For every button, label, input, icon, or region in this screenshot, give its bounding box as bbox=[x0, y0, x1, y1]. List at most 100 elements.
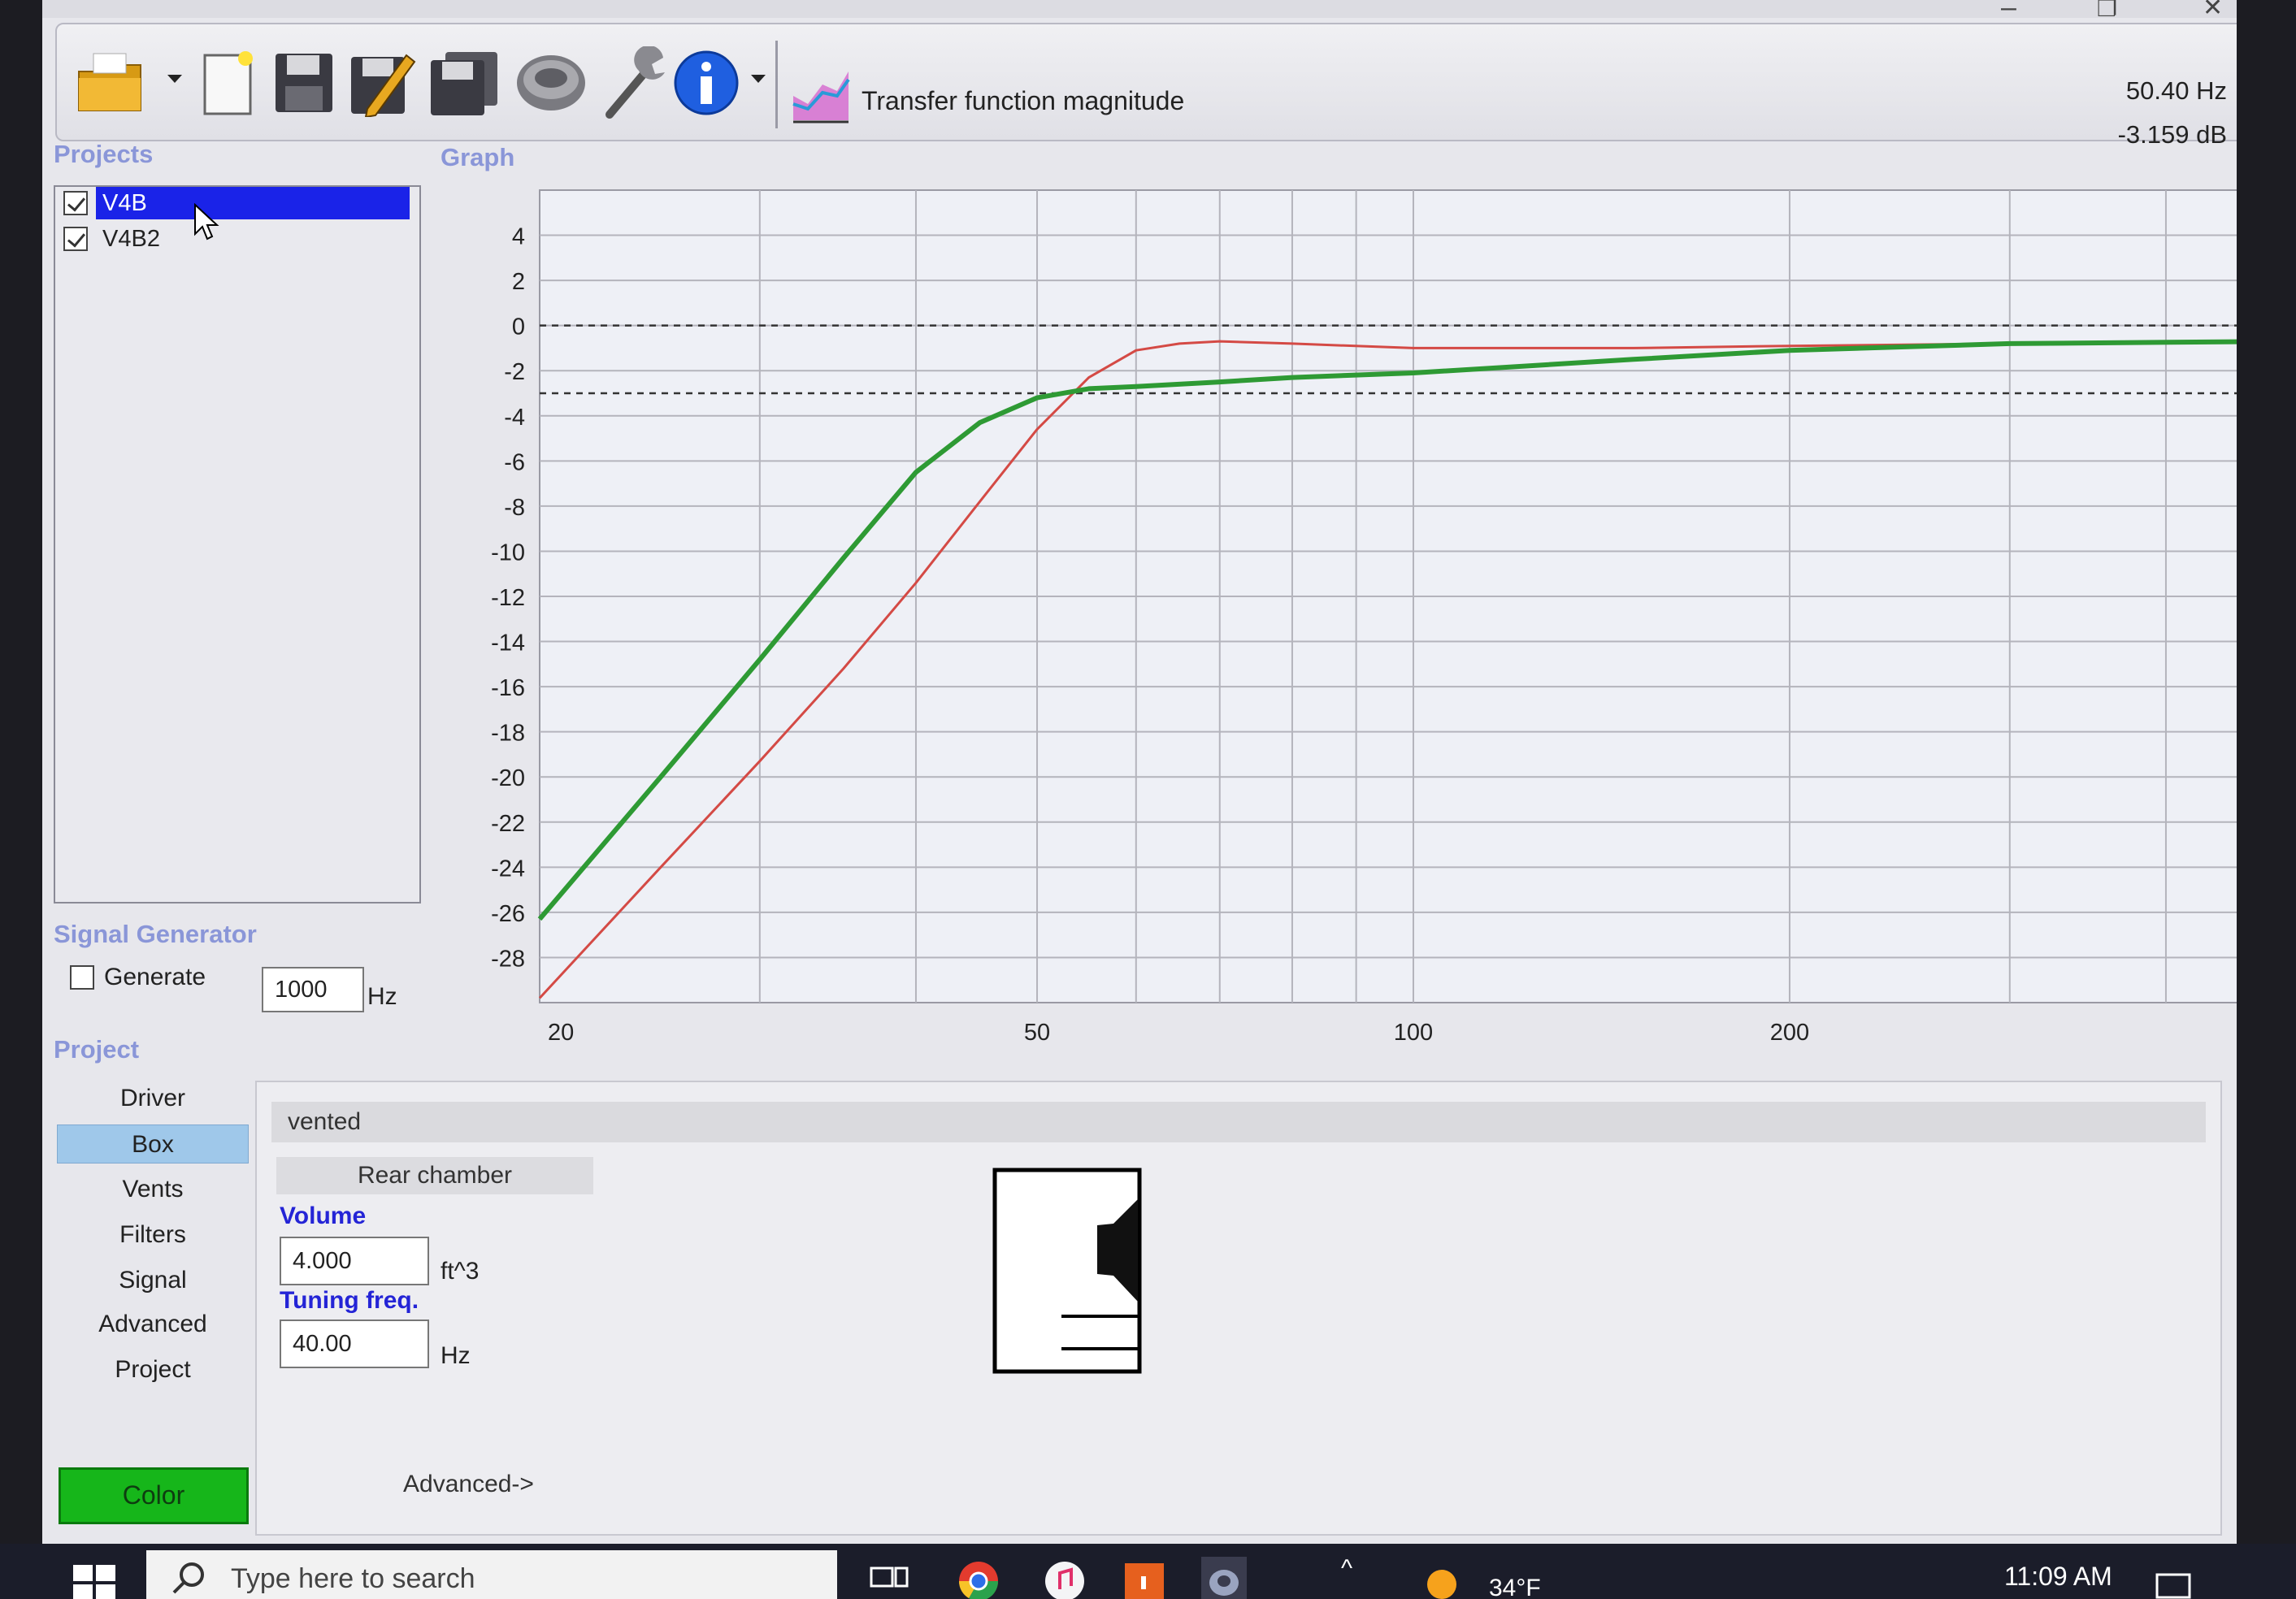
nav-project[interactable]: Project bbox=[57, 1350, 249, 1389]
y-tick-label: -10 bbox=[491, 540, 525, 566]
graph-type-label: Transfer function magnitude bbox=[862, 86, 1185, 115]
tuning-freq-unit: Hz bbox=[441, 1342, 471, 1369]
advanced-link[interactable]: Advanced-> bbox=[403, 1471, 534, 1498]
open-dropdown-icon[interactable] bbox=[167, 75, 182, 83]
project-v4b-checkbox[interactable] bbox=[63, 191, 88, 215]
tray-expand-icon[interactable]: ^ bbox=[1341, 1555, 1352, 1583]
y-tick-label: -12 bbox=[491, 585, 525, 611]
tuning-freq-label: Tuning freq. bbox=[280, 1287, 419, 1314]
notifications-icon[interactable] bbox=[2151, 1557, 2196, 1599]
y-tick-label: -20 bbox=[491, 765, 525, 791]
nav-advanced[interactable]: Advanced bbox=[57, 1305, 249, 1344]
box-type-selector[interactable]: vented bbox=[271, 1102, 2206, 1142]
y-tick-label: -18 bbox=[491, 721, 525, 747]
cursor-frequency-readout: 50.40 Hz bbox=[2125, 76, 2227, 105]
windows-start-icon[interactable] bbox=[70, 1558, 119, 1599]
box-settings-panel: vented Rear chamber Volume 4.000 ft^3 Tu… bbox=[255, 1081, 2222, 1536]
projects-list[interactable]: V4B V4B2 bbox=[54, 185, 421, 904]
save-as-button[interactable] bbox=[346, 41, 419, 125]
save-all-button[interactable] bbox=[424, 41, 506, 125]
project-section-label: Project bbox=[54, 1035, 140, 1064]
y-tick-label: 2 bbox=[512, 269, 525, 295]
volume-unit: ft^3 bbox=[441, 1258, 480, 1285]
office-app-icon[interactable] bbox=[1122, 1557, 1167, 1599]
projects-section-label: Projects bbox=[54, 140, 154, 168]
toolbar: Transfer function magnitude 50.40 Hz -3.… bbox=[55, 23, 2237, 149]
project-name-v4b2[interactable]: V4B2 bbox=[96, 223, 160, 255]
graph-grid bbox=[539, 189, 2237, 1003]
generate-label: Generate bbox=[104, 964, 206, 990]
speaker-app-icon[interactable] bbox=[1201, 1557, 1247, 1599]
rear-chamber-header: Rear chamber bbox=[276, 1157, 593, 1194]
tuning-freq-input[interactable]: 40.00 bbox=[280, 1320, 429, 1368]
color-button[interactable]: Color bbox=[59, 1467, 249, 1524]
project-item-v4b2[interactable]: V4B2 bbox=[63, 223, 413, 255]
nav-filters[interactable]: Filters bbox=[57, 1216, 249, 1254]
y-tick-label: -26 bbox=[491, 901, 525, 927]
cursor-db-readout: -3.159 dB bbox=[2117, 120, 2227, 149]
x-tick-label: 50 bbox=[1024, 1020, 1050, 1046]
volume-input[interactable]: 4.000 bbox=[280, 1237, 429, 1285]
vented-box-diagram-icon bbox=[992, 1168, 1142, 1374]
x-tick-label: 200 bbox=[1770, 1020, 1809, 1046]
volume-label: Volume bbox=[280, 1202, 367, 1229]
y-tick-label: -28 bbox=[491, 946, 525, 972]
new-project-button[interactable] bbox=[197, 41, 262, 125]
project-v4b2-checkbox[interactable] bbox=[63, 227, 88, 251]
graph-section-label: Graph bbox=[441, 143, 515, 171]
info-button[interactable] bbox=[670, 41, 743, 125]
mouse-pointer-icon bbox=[194, 203, 219, 240]
y-tick-label: 4 bbox=[512, 224, 525, 250]
minimize-icon[interactable]: – bbox=[2001, 0, 2016, 24]
save-edit-icon bbox=[351, 54, 416, 117]
close-icon[interactable]: ✕ bbox=[2203, 0, 2223, 22]
taskbar-search-box[interactable]: Type here to search bbox=[146, 1550, 837, 1599]
x-tick-label: 100 bbox=[1394, 1020, 1433, 1046]
y-tick-label: -22 bbox=[491, 811, 525, 837]
x-tick-labels: 2050100200500 bbox=[548, 1020, 1809, 1046]
floppy-disk-icon bbox=[276, 54, 332, 112]
maximize-icon[interactable]: ❐ bbox=[2097, 0, 2117, 22]
y-tick-label: -6 bbox=[504, 449, 525, 475]
title-bar: – ❐ ✕ bbox=[42, 0, 2237, 23]
y-tick-labels: 4 2 0 -2 -4 -6 -8 -10 -12 -14 -16 -18 -20 -22 -24 -26 -2… bbox=[491, 224, 525, 973]
y-tick-label: 0 bbox=[512, 314, 525, 340]
chrome-icon[interactable] bbox=[956, 1557, 1001, 1599]
nav-driver[interactable]: Driver bbox=[57, 1079, 249, 1118]
open-folder-button[interactable] bbox=[73, 41, 146, 125]
project-item-v4b[interactable]: V4B bbox=[63, 187, 413, 219]
save-all-icon bbox=[431, 52, 497, 115]
generator-frequency-input[interactable]: 1000 bbox=[262, 967, 364, 1012]
y-tick-label: -24 bbox=[491, 856, 525, 882]
y-tick-label: -2 bbox=[504, 359, 525, 385]
driver-button[interactable] bbox=[512, 41, 590, 125]
nav-vents[interactable]: Vents bbox=[57, 1170, 249, 1209]
search-icon bbox=[172, 1562, 204, 1594]
taskbar: Type here to search ^ 34°F 11:09 AM bbox=[0, 1544, 2296, 1599]
y-tick-label: -14 bbox=[491, 630, 525, 656]
x-tick-label: 20 bbox=[548, 1020, 574, 1046]
folder-icon bbox=[78, 53, 141, 111]
graph-type-icon bbox=[792, 72, 850, 124]
itunes-icon[interactable] bbox=[1042, 1557, 1087, 1599]
tools-button[interactable] bbox=[597, 41, 675, 125]
nav-signal[interactable]: Signal bbox=[57, 1261, 249, 1300]
project-name-v4b[interactable]: V4B bbox=[96, 187, 410, 219]
nav-box[interactable]: Box bbox=[57, 1124, 249, 1164]
info-icon bbox=[674, 50, 739, 115]
transfer-function-graph[interactable]: 420-2-4-6-8-10-12-14-16-18-20-22-24-26-2… bbox=[449, 180, 2237, 1066]
app-window: – ❐ ✕ Transfer function magnitude 50.40 … bbox=[42, 0, 2237, 1544]
task-view-icon[interactable] bbox=[866, 1557, 912, 1599]
graph-type-button[interactable] bbox=[788, 52, 853, 136]
generator-frequency-unit: Hz bbox=[367, 983, 397, 1010]
signal-generator-section-label: Signal Generator bbox=[54, 920, 257, 948]
generate-row: Generate bbox=[70, 964, 206, 991]
weather-temperature: 34°F bbox=[1489, 1575, 1541, 1599]
y-tick-label: -4 bbox=[504, 405, 525, 431]
generate-checkbox[interactable] bbox=[70, 965, 94, 990]
y-tick-label: -16 bbox=[491, 675, 525, 701]
toolbar-separator bbox=[775, 41, 778, 128]
save-button[interactable] bbox=[270, 41, 338, 125]
y-tick-label: -8 bbox=[504, 495, 525, 521]
info-dropdown-icon[interactable] bbox=[751, 75, 766, 83]
